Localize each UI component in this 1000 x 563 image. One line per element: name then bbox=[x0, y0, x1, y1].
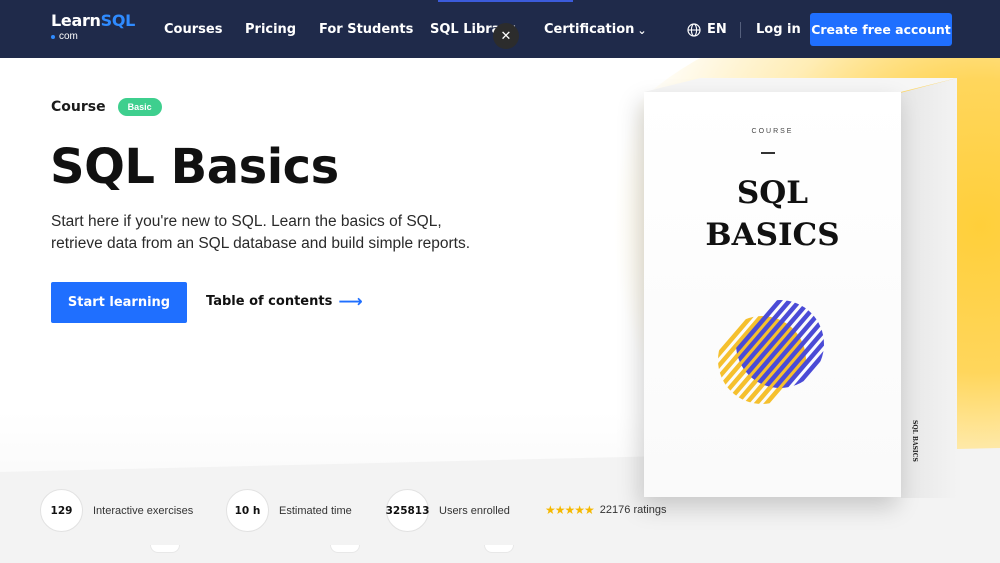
level-badge: Basic bbox=[117, 98, 162, 116]
nav-courses[interactable]: Courses bbox=[164, 21, 222, 39]
stat-value: 10 h bbox=[226, 489, 269, 532]
box-side-text: SQL BASICS bbox=[911, 420, 918, 462]
globe-icon bbox=[687, 23, 701, 37]
card-edge bbox=[484, 545, 514, 553]
stat-value: 325813 bbox=[386, 489, 429, 532]
nav-pricing[interactable]: Pricing bbox=[245, 21, 296, 39]
stat-users: 325813 Users enrolled bbox=[386, 489, 510, 532]
course-header: Course Basic bbox=[51, 98, 162, 116]
arrow-right-icon: ⟶ bbox=[338, 292, 363, 312]
stat-value: 129 bbox=[40, 489, 83, 532]
close-icon[interactable]: ✕ bbox=[493, 23, 519, 49]
nav-certification[interactable]: Certification ⌄ bbox=[544, 21, 647, 39]
rating-count: 22176 ratings bbox=[599, 504, 667, 516]
create-account-button[interactable]: Create free account bbox=[810, 13, 952, 46]
logo[interactable]: LearnSQL com bbox=[51, 12, 135, 43]
language-selector[interactable]: EN bbox=[687, 21, 727, 39]
box-course-text: COURSE bbox=[751, 128, 794, 135]
stat-time: 10 h Estimated time bbox=[226, 489, 352, 532]
page-title: SQL Basics bbox=[50, 139, 339, 195]
top-nav: LearnSQL com Courses Pricing For Student… bbox=[0, 0, 1000, 58]
stat-label: Interactive exercises bbox=[93, 504, 194, 517]
star-rating-icon: ★★★★★ bbox=[545, 503, 595, 517]
box-title: SQL BASICS bbox=[705, 175, 840, 253]
rating: ★★★★★ 22176 ratings bbox=[545, 503, 666, 517]
card-edge bbox=[330, 545, 360, 553]
striped-circle-art bbox=[718, 300, 824, 404]
card-edge bbox=[150, 545, 180, 553]
nav-divider bbox=[740, 22, 741, 38]
stat-label: Estimated time bbox=[279, 504, 352, 517]
stat-label: Users enrolled bbox=[439, 504, 510, 517]
course-label: Course bbox=[51, 99, 106, 115]
box-dash bbox=[761, 152, 775, 154]
nav-active-indicator bbox=[438, 0, 573, 2]
course-description: Start here if you're new to SQL. Learn t… bbox=[51, 213, 471, 252]
nav-for-students[interactable]: For Students bbox=[319, 21, 413, 39]
login-link[interactable]: Log in bbox=[756, 21, 801, 39]
stat-exercises: 129 Interactive exercises bbox=[40, 489, 193, 532]
chevron-down-icon: ⌄ bbox=[637, 24, 647, 37]
start-learning-button[interactable]: Start learning bbox=[51, 282, 187, 323]
table-of-contents-link[interactable]: Table of contents ⟶ bbox=[206, 293, 363, 311]
box-side bbox=[901, 78, 957, 498]
